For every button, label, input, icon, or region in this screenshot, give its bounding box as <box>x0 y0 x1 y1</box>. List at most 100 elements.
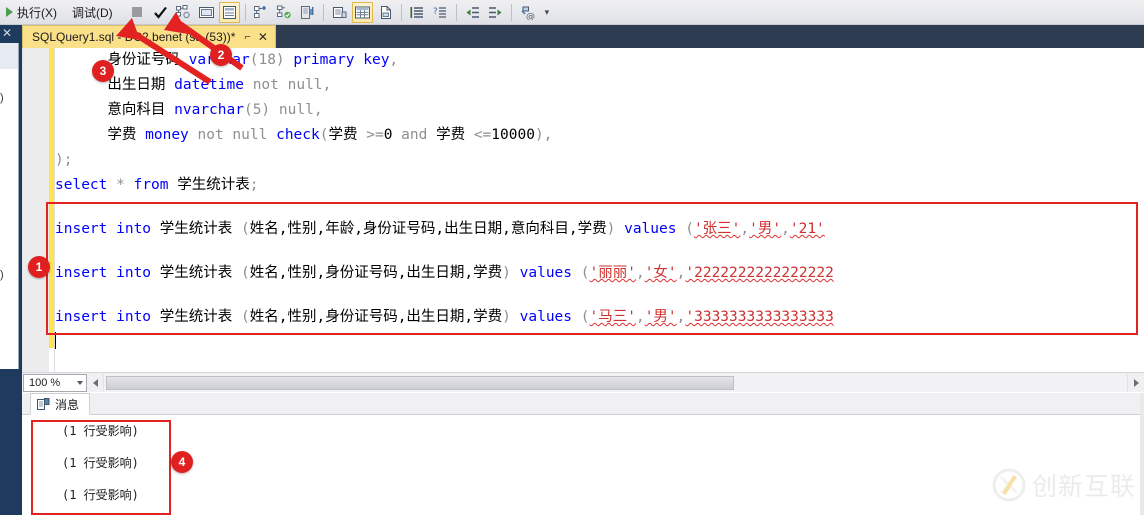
results-to-grid-button[interactable] <box>218 1 240 23</box>
code-token: '男' <box>749 221 782 237</box>
code-token: 学生统计表 <box>159 265 233 281</box>
editor-caret-line <box>55 330 1144 355</box>
tab-messages[interactable]: 消息 <box>30 393 91 415</box>
estimated-plan-button[interactable] <box>173 2 194 23</box>
debug-button[interactable]: 调试(D) <box>70 2 126 23</box>
code-token: money <box>145 127 189 143</box>
results-to-file-button[interactable] <box>375 2 396 23</box>
code-token: insert into <box>55 221 152 237</box>
play-icon <box>6 7 13 17</box>
code-token: '2222222222222222 <box>685 265 834 281</box>
code-token: datetime <box>174 77 244 93</box>
execute-button[interactable]: 执行(X) <box>4 2 70 23</box>
annotation-badge-2: 2 <box>210 44 232 66</box>
code-token: null <box>278 102 314 118</box>
close-icon[interactable]: ✕ <box>258 30 268 44</box>
comment-lines-button[interactable] <box>407 2 428 23</box>
code-token: 学生统计表 <box>159 221 233 237</box>
code-token: , <box>635 265 645 281</box>
code-token: insert into <box>55 265 152 281</box>
toolbar-separator-2 <box>322 3 324 21</box>
decrease-indent-icon <box>466 6 479 18</box>
line-insert-2: insert into 学生统计表 (姓名,性别,身份证号码,出生日期,学费) … <box>55 261 1144 286</box>
toolbar-overflow-button[interactable]: ▾ <box>545 7 550 17</box>
results-to-text-button[interactable] <box>329 2 350 23</box>
scroll-right-button[interactable] <box>1128 373 1144 392</box>
code-token: , <box>322 77 332 93</box>
code-token: ( <box>572 265 590 281</box>
code-token: 学费 <box>328 127 358 143</box>
tab-title: SQLQuery1.sql - DC2.benet (sa (53))* <box>32 30 236 44</box>
code-token: and <box>401 127 428 143</box>
dock-object-explorer-sliver[interactable]: ) ) <box>0 69 19 369</box>
sql-editor[interactable]: 身份证号码 varchar(18) primary key, 出生日期 date… <box>22 48 1144 372</box>
messages-icon <box>37 397 50 411</box>
annotation-badge-4: 4 <box>171 451 193 473</box>
tab-sqlquery1[interactable]: SQLQuery1.sql - DC2.benet (sa (53))* ⌐ ✕ <box>22 25 276 48</box>
horizontal-scrollbar-thumb[interactable] <box>106 375 734 390</box>
message-line: (1 行受影响) <box>62 488 139 502</box>
code-token: 身份证号码 <box>107 52 180 68</box>
line-birthdate: 出生日期 datetime not null, <box>55 73 1144 98</box>
code-token: '3333333333333333 <box>685 309 834 325</box>
results-tab-strip: 消息 <box>22 393 1144 415</box>
specify-values-button[interactable]: @ <box>517 2 538 23</box>
parse-query-icon <box>175 4 190 18</box>
decrease-indent-button[interactable] <box>462 2 483 23</box>
code-token: ) <box>502 265 520 281</box>
horizontal-scrollbar-track[interactable] <box>103 373 1128 392</box>
code-token: ) <box>606 221 625 237</box>
code-token: ) <box>502 309 520 325</box>
chevron-down-icon <box>77 380 83 385</box>
live-query-stats-icon <box>276 5 291 18</box>
include-actual-plan-button[interactable] <box>251 2 272 23</box>
text-caret <box>55 332 56 349</box>
code-token: ( <box>232 265 250 281</box>
comment-lines-icon <box>410 6 423 18</box>
pin-icon[interactable]: ⌐ <box>244 31 250 43</box>
tab-messages-label: 消息 <box>55 397 80 412</box>
dock-close-icon[interactable]: ✕ <box>2 27 12 39</box>
code-token: 姓名,性别,年龄,身份证号码,出生日期,意向科目,学费 <box>249 221 607 237</box>
code-token: '张三' <box>693 221 741 237</box>
line-tuition: 学费 money not null check(学费 >=0 and 学费 <=… <box>55 123 1144 148</box>
client-statistics-icon <box>300 5 314 19</box>
message-line: (1 行受影响) <box>62 456 139 470</box>
editor-gutter <box>23 48 49 372</box>
code-token: ); <box>55 152 73 168</box>
zoom-level-select[interactable]: 100 % <box>23 373 87 392</box>
code-token: not null <box>197 127 268 143</box>
live-query-stats-button[interactable] <box>274 2 295 23</box>
dock-collapsed-panel[interactable] <box>0 43 19 69</box>
code-token: ; <box>249 177 259 193</box>
scroll-left-button[interactable] <box>87 373 103 392</box>
annotation-badge-1: 1 <box>28 256 50 278</box>
parse-button[interactable] <box>150 2 171 23</box>
results-to-grid2-button[interactable] <box>351 1 373 23</box>
code-token: values <box>519 265 573 281</box>
editor-code-area[interactable]: 身份证号码 varchar(18) primary key, 出生日期 date… <box>55 48 1144 372</box>
increase-indent-button[interactable] <box>485 2 506 23</box>
code-token: 10000 <box>491 127 535 143</box>
code-token: '马三' <box>589 309 636 325</box>
uncomment-lines-button[interactable]: ? <box>430 2 451 23</box>
editor-status-row: 100 % <box>22 372 1144 392</box>
increase-indent-icon <box>488 6 502 18</box>
code-token: select <box>55 177 108 193</box>
toolbar-separator-4 <box>455 3 457 21</box>
left-dock-strip: ✕ ) ) <box>0 25 22 515</box>
stop-button[interactable] <box>127 2 148 23</box>
code-token: >= <box>366 127 384 143</box>
display-plan-button[interactable] <box>196 2 217 23</box>
main-toolbar: 执行(X) 调试(D) ? @ ▾ <box>0 0 1144 25</box>
client-statistics-button[interactable] <box>297 2 318 23</box>
check-mark-icon <box>153 6 167 19</box>
